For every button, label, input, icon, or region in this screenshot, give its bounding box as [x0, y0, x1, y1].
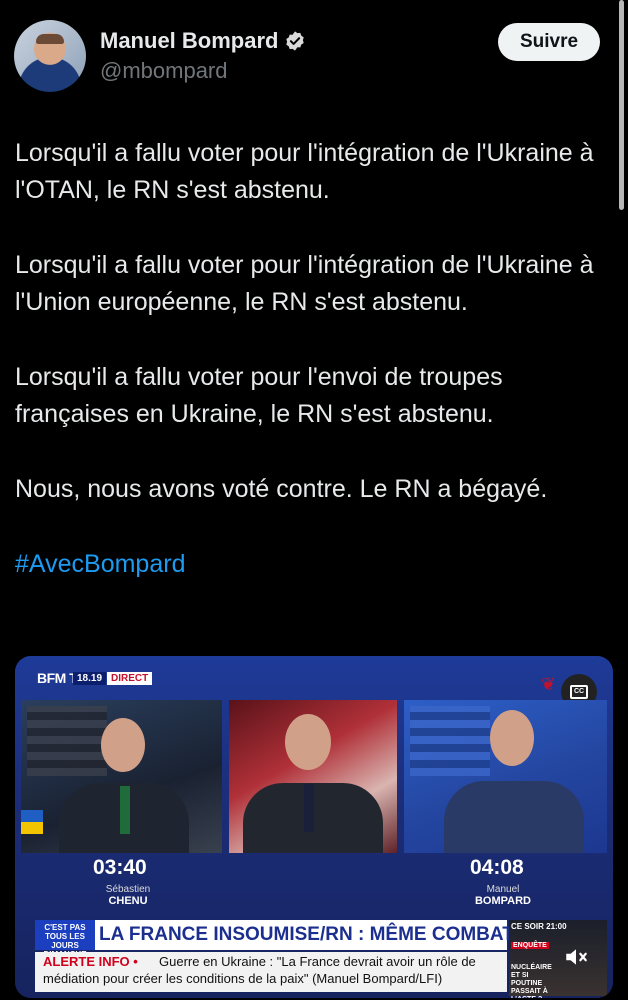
video-panel-right	[404, 700, 607, 853]
tweet-paragraph: Nous, nous avons voté contre. Le RN a bé…	[15, 475, 548, 503]
background-building	[27, 706, 107, 776]
ticker-line: médiation pour créer les conditions de l…	[43, 971, 443, 986]
ukraine-flag	[21, 810, 43, 834]
timer-left: 03:40	[93, 856, 147, 879]
video-player[interactable]: BFM TV. 18.19 DIRECT ❦ CC 03:40 Sébastie…	[15, 656, 613, 998]
hashtag-link[interactable]: #AvecBompard	[15, 546, 605, 583]
promo-time: CE SOIR 21:00	[511, 922, 567, 931]
promo-tag: ENQUÊTE	[511, 942, 549, 949]
host-head	[285, 714, 331, 770]
news-ticker: ALERTE INFO • Guerre en Ukraine : "La Fr…	[35, 952, 507, 992]
host-tie	[304, 784, 314, 832]
guest-left-lastname: CHENU	[108, 895, 148, 907]
author-name-row: Manuel Bompard	[100, 28, 306, 54]
guest-right-firstname: Manuel	[486, 884, 520, 895]
verified-badge-icon	[286, 31, 305, 51]
show-name: C'EST PAS TOUS LES JOURS DIMANCHE	[35, 920, 95, 959]
author-avatar[interactable]	[14, 20, 86, 92]
video-panel-left	[21, 700, 222, 853]
author-name[interactable]: Manuel Bompard	[100, 28, 278, 54]
guest-left-tie	[120, 786, 130, 834]
program-promo: CE SOIR 21:00 ENQUÊTE NUCLÉAIRE ET SI PO…	[509, 920, 607, 998]
guest-left-firstname: Sébastien	[105, 884, 151, 895]
headline-text: LA FRANCE INSOUMISE/RN : MÊME COMBAT ?	[99, 924, 531, 945]
avatar-hair	[36, 34, 64, 44]
headline-banner: C'EST PAS TOUS LES JOURS DIMANCHE LA FRA…	[35, 920, 531, 959]
mute-icon[interactable]	[563, 944, 589, 970]
video-panel-center	[229, 700, 397, 853]
promo-subtitle: NUCLÉAIRE ET SI POUTINE PASSAIT À L'ACTE…	[511, 964, 552, 998]
background-hemicycle	[410, 706, 490, 776]
author-handle[interactable]: @mbompard	[100, 58, 228, 84]
tweet-paragraph: Lorsqu'il a fallu voter pour l'intégrati…	[15, 139, 594, 204]
ticker-line: Guerre en Ukraine : "La France devrait a…	[159, 954, 476, 969]
follow-button[interactable]: Suivre	[498, 23, 600, 61]
live-badge: DIRECT	[107, 672, 153, 685]
scrollbar[interactable]	[619, 0, 624, 210]
tweet-text: Lorsqu'il a fallu voter pour l'intégrati…	[15, 135, 605, 621]
timer-right: 04:08	[470, 856, 524, 879]
guest-right-lastname: BOMPARD	[474, 895, 531, 907]
guest-left-head	[101, 718, 145, 772]
guest-right-head	[490, 710, 534, 766]
ribbon-icon: ❦	[541, 674, 557, 694]
tweet-paragraph: Lorsqu'il a fallu voter pour l'intégrati…	[15, 251, 594, 316]
guest-right-body	[444, 781, 584, 853]
broadcast-time: 18.19	[73, 672, 107, 685]
tweet-paragraph: Lorsqu'il a fallu voter pour l'envoi de …	[15, 363, 503, 428]
alert-label: ALERTE INFO •	[43, 954, 138, 969]
captions-icon: CC	[570, 685, 588, 699]
